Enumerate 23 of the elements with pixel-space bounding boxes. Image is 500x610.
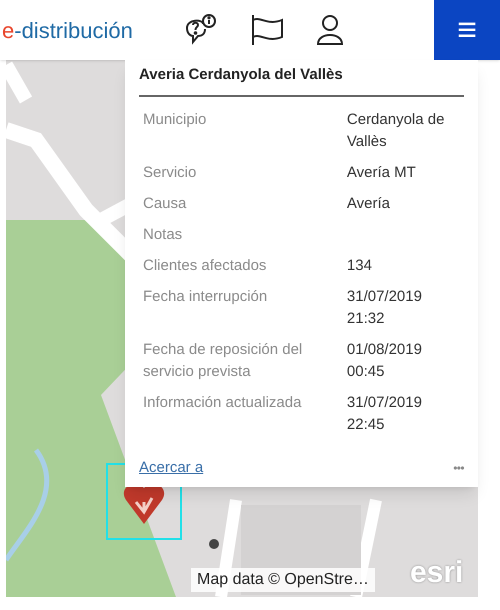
- menu-button[interactable]: ≡: [434, 0, 500, 60]
- field-value: Avería: [346, 194, 391, 214]
- user-icon[interactable]: [314, 14, 345, 46]
- field-label: Servicio: [143, 162, 198, 182]
- field-label: Fecha interrupción: [143, 286, 268, 306]
- field-label: Información actualizada: [143, 392, 302, 412]
- esri-logo: esri: [410, 558, 464, 588]
- logo[interactable]: e-distribución: [2, 14, 133, 46]
- popup-title: Averia Cerdanyola del Vallès: [139, 64, 464, 96]
- field-value: Cerdanyola de Vallès: [346, 110, 446, 152]
- field-value: 134: [346, 256, 373, 276]
- field-value: Avería MT: [346, 162, 417, 182]
- field-value: 31/07/2019 22:45: [346, 392, 423, 434]
- field-label: Fecha de reposición del servicio prevista: [143, 340, 304, 382]
- field-value: 31/07/2019 21:32: [346, 286, 423, 328]
- zoom-to-link[interactable]: Acercar a: [139, 456, 204, 479]
- map-attribution: Map data © OpenStre…: [191, 568, 375, 592]
- field-label: Notas: [143, 224, 184, 244]
- field-label: Municipio: [143, 110, 208, 130]
- field-value: 01/08/2019 00:45: [346, 340, 423, 382]
- field-label: Clientes afectados: [143, 256, 268, 276]
- field-label: Causa: [143, 194, 188, 214]
- more-button[interactable]: •••: [453, 458, 464, 477]
